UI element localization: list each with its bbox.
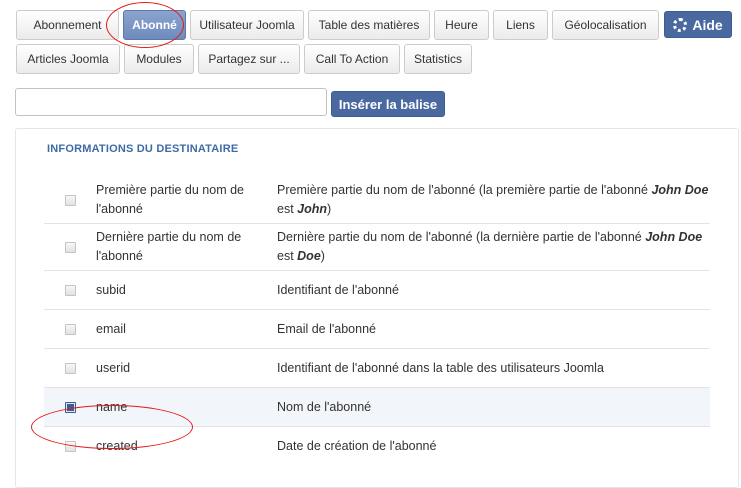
row-checkbox-checked[interactable] <box>64 401 76 413</box>
tag-name: userid <box>96 360 131 375</box>
tag-list: Première partie du nom de l'abonné Premi… <box>44 177 710 466</box>
tag-row-subid[interactable]: subid Identifiant de l'abonné <box>44 271 710 310</box>
tag-row-created[interactable]: created Date de création de l'abonné <box>44 427 710 466</box>
tab-geolocalisation[interactable]: Géolocalisation <box>552 10 659 40</box>
tab-liens[interactable]: Liens <box>493 10 548 40</box>
help-label: Aide <box>692 16 723 33</box>
tab-table-des-matieres[interactable]: Table des matières <box>308 10 430 40</box>
tab-abonne[interactable]: Abonné <box>123 10 186 40</box>
tab-call-to-action[interactable]: Call To Action <box>304 44 400 74</box>
tag-description: Nom de l'abonné <box>277 399 372 414</box>
help-button[interactable]: Aide <box>664 11 732 38</box>
tab-heure[interactable]: Heure <box>434 10 489 40</box>
insert-tag-button[interactable]: Insérer la balise <box>331 91 445 117</box>
tab-modules[interactable]: Modules <box>124 44 194 74</box>
tag-row-email[interactable]: email Email de l'abonné <box>44 310 710 349</box>
tag-description: Première partie du nom de l'abonné (la p… <box>277 183 709 216</box>
tab-statistics[interactable]: Statistics <box>404 44 472 74</box>
row-checkbox[interactable] <box>64 194 76 206</box>
tag-row-lastname[interactable]: Dernière partie du nom de l'abonné Derni… <box>44 224 710 271</box>
tag-category-tabs-row-2: Articles Joomla Modules Partagez sur ...… <box>16 44 472 74</box>
tag-description: Dernière partie du nom de l'abonné (la d… <box>277 230 703 263</box>
tag-name: email <box>96 321 126 336</box>
tag-name: subid <box>96 282 126 297</box>
tag-row-name[interactable]: name Nom de l'abonné <box>44 388 710 427</box>
tag-name: Dernière partie du nom de l'abonné <box>96 230 242 263</box>
row-checkbox[interactable] <box>64 284 76 296</box>
row-checkbox[interactable] <box>64 323 76 335</box>
tag-row-firstname[interactable]: Première partie du nom de l'abonné Premi… <box>44 177 710 224</box>
tag-category-tabs-row-1: Abonnement Abonné Utilisateur Joomla Tab… <box>16 10 659 40</box>
row-checkbox[interactable] <box>64 441 76 452</box>
lifebuoy-icon <box>673 17 688 32</box>
tag-name: created <box>96 439 138 453</box>
tag-row-userid[interactable]: userid Identifiant de l'abonné dans la t… <box>44 349 710 388</box>
tag-description: Identifiant de l'abonné <box>277 282 399 297</box>
tag-name: name <box>96 399 128 414</box>
tag-name: Première partie du nom de l'abonné <box>96 183 244 216</box>
tag-description: Identifiant de l'abonné dans la table de… <box>277 360 604 375</box>
tab-utilisateur-joomla[interactable]: Utilisateur Joomla <box>190 10 304 40</box>
tag-description: Email de l'abonné <box>277 321 376 336</box>
row-checkbox[interactable] <box>64 362 76 374</box>
tab-articles-joomla[interactable]: Articles Joomla <box>16 44 120 74</box>
section-title: INFORMATIONS DU DESTINATAIRE <box>47 143 239 155</box>
row-checkbox[interactable] <box>64 241 76 253</box>
tag-input[interactable] <box>15 88 327 116</box>
tag-description: Date de création de l'abonné <box>277 439 437 453</box>
recipient-info-panel: INFORMATIONS DU DESTINATAIRE Première pa… <box>15 128 739 488</box>
tab-partagez-sur[interactable]: Partagez sur ... <box>198 44 300 74</box>
tab-abonnement[interactable]: Abonnement <box>16 10 119 40</box>
